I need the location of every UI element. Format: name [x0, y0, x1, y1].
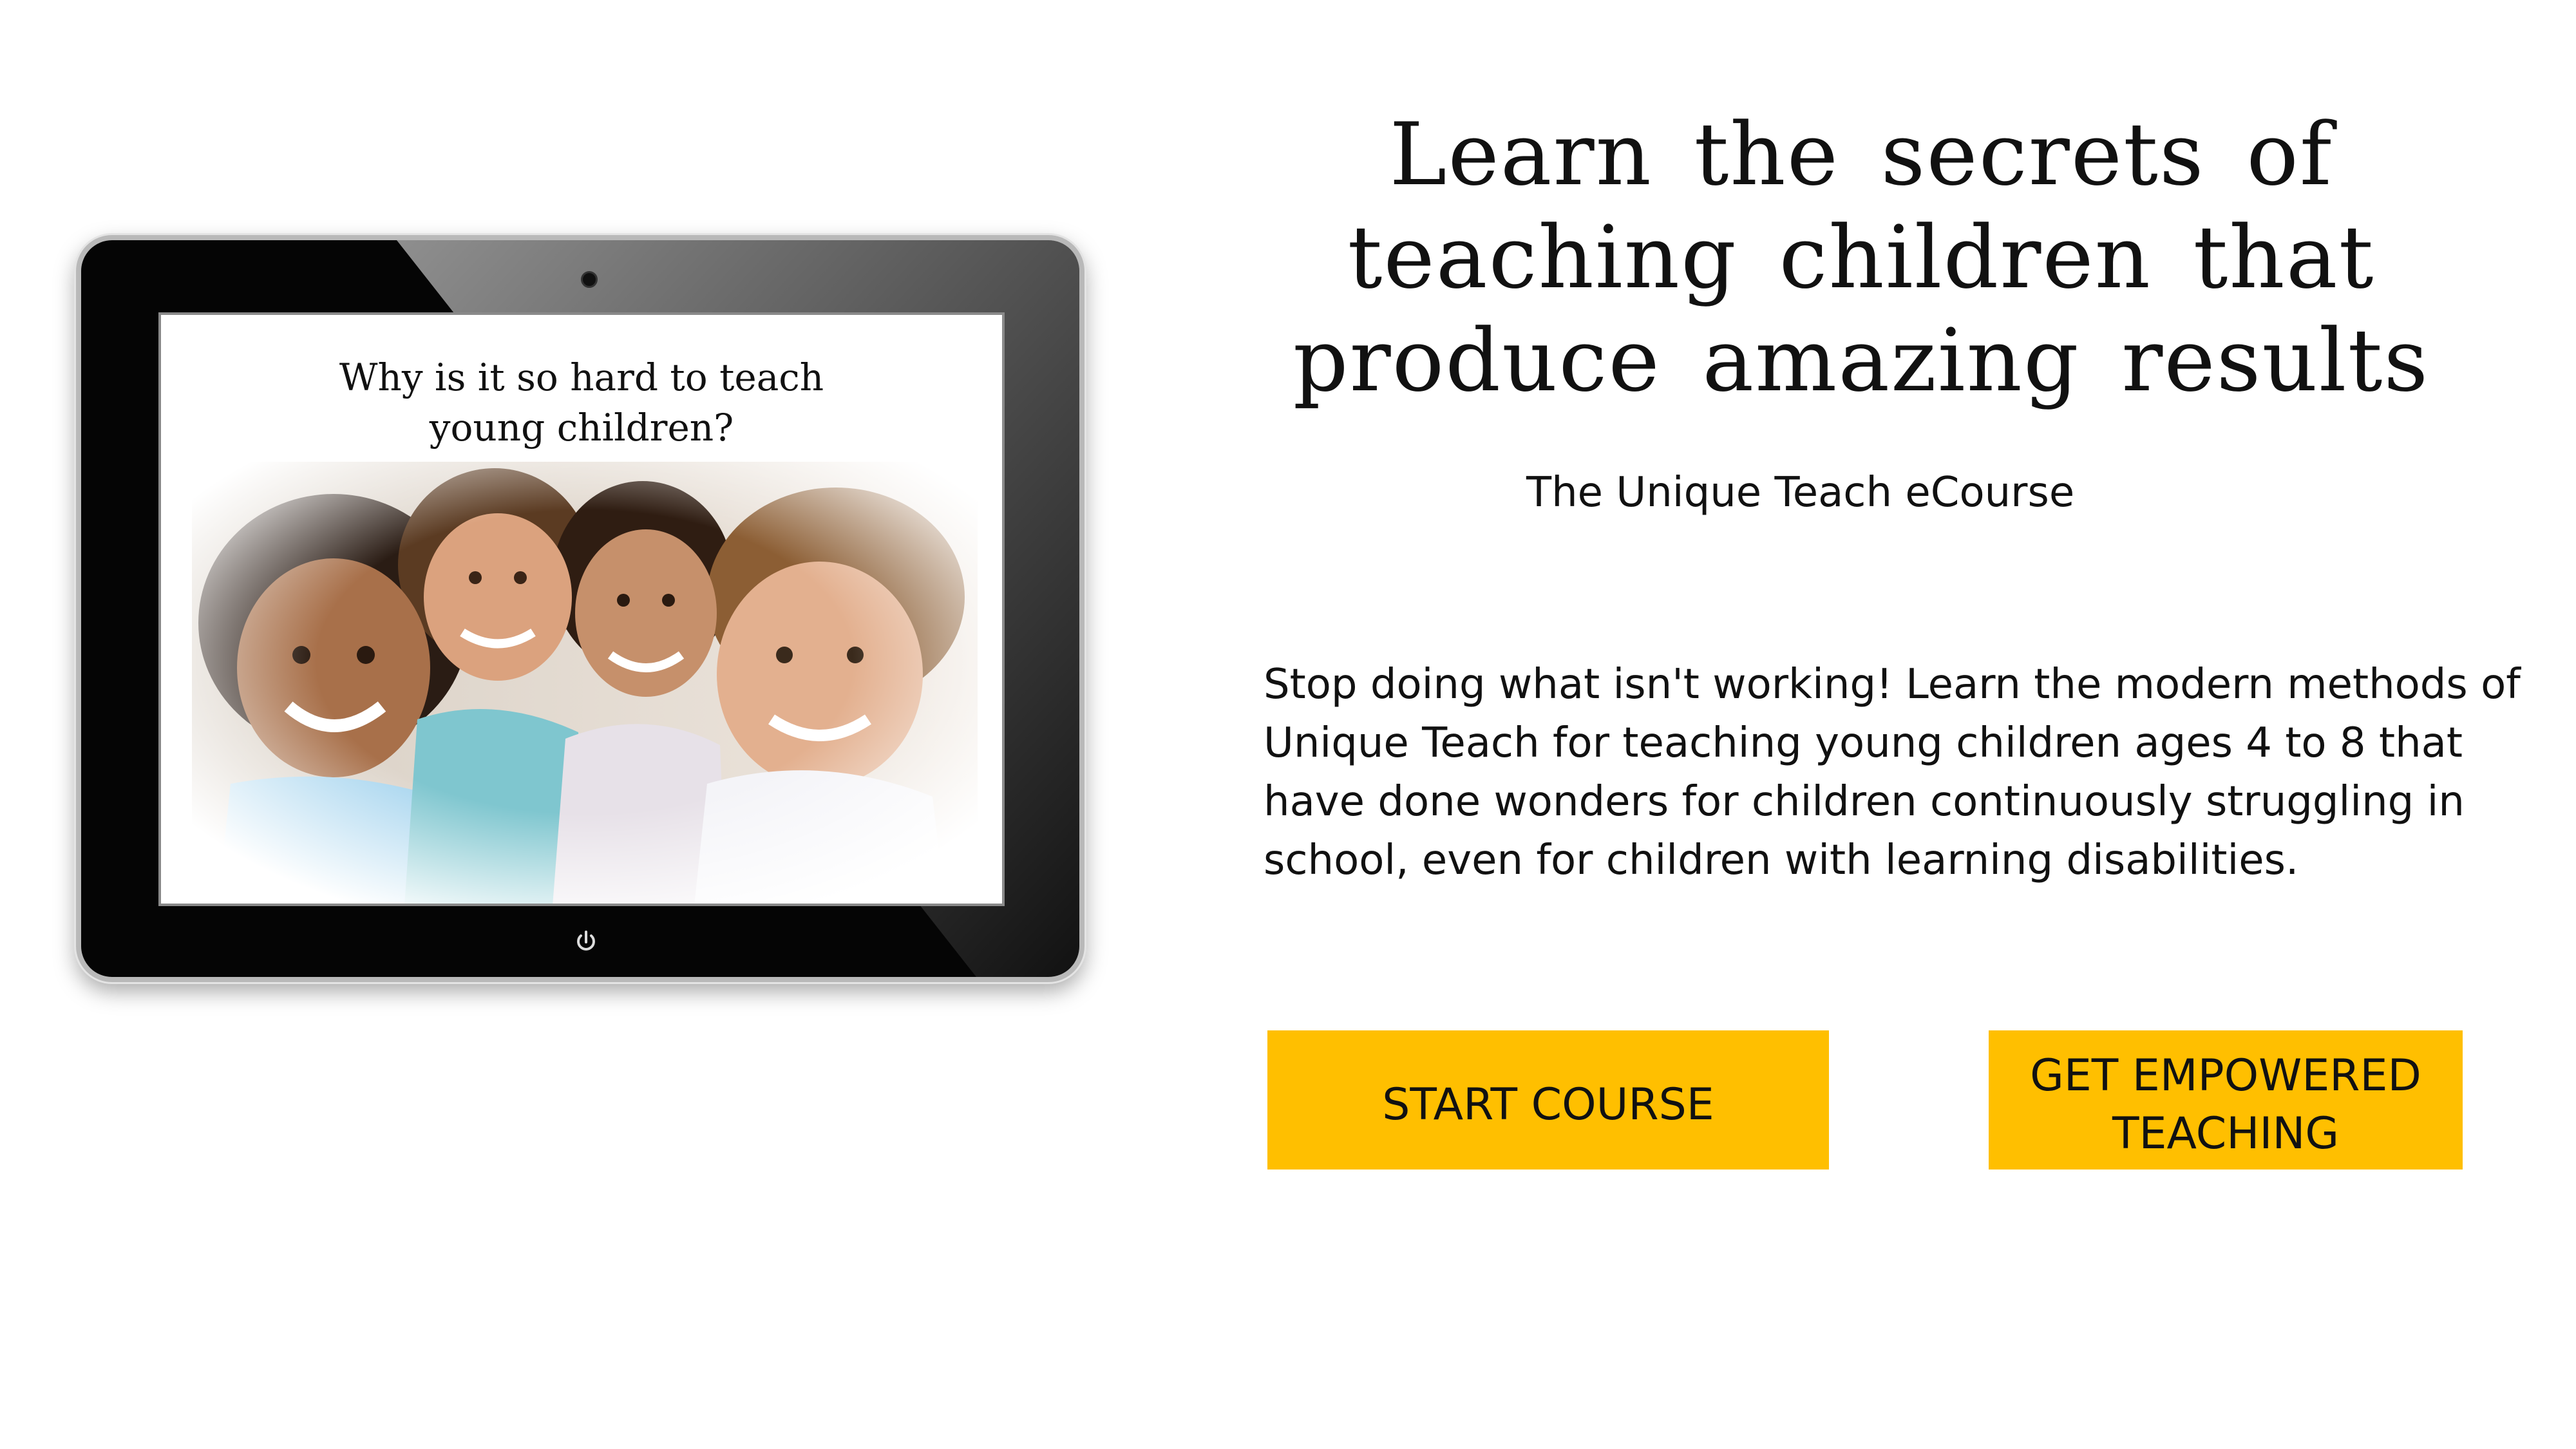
screen-title: Why is it so hard to teach young childre… — [339, 355, 824, 450]
get-empowered-teaching-button[interactable]: GET EMPOWERED TEACHING — [1989, 1030, 2463, 1170]
power-icon[interactable] — [573, 929, 599, 955]
children-photo — [192, 462, 978, 904]
page-headline: Learn the secrets of teaching children t… — [1293, 104, 2430, 411]
course-description: Stop doing what isn't working! Learn the… — [1264, 661, 2521, 884]
course-subtitle: The Unique Teach eCourse — [1526, 469, 2075, 516]
start-course-button[interactable]: START COURSE — [1267, 1030, 1829, 1170]
camera-icon — [581, 271, 598, 288]
tablet-mockup: Why is it so hard to teach young childre… — [76, 235, 1084, 982]
tablet-screen: Why is it so hard to teach young childre… — [158, 312, 1005, 906]
